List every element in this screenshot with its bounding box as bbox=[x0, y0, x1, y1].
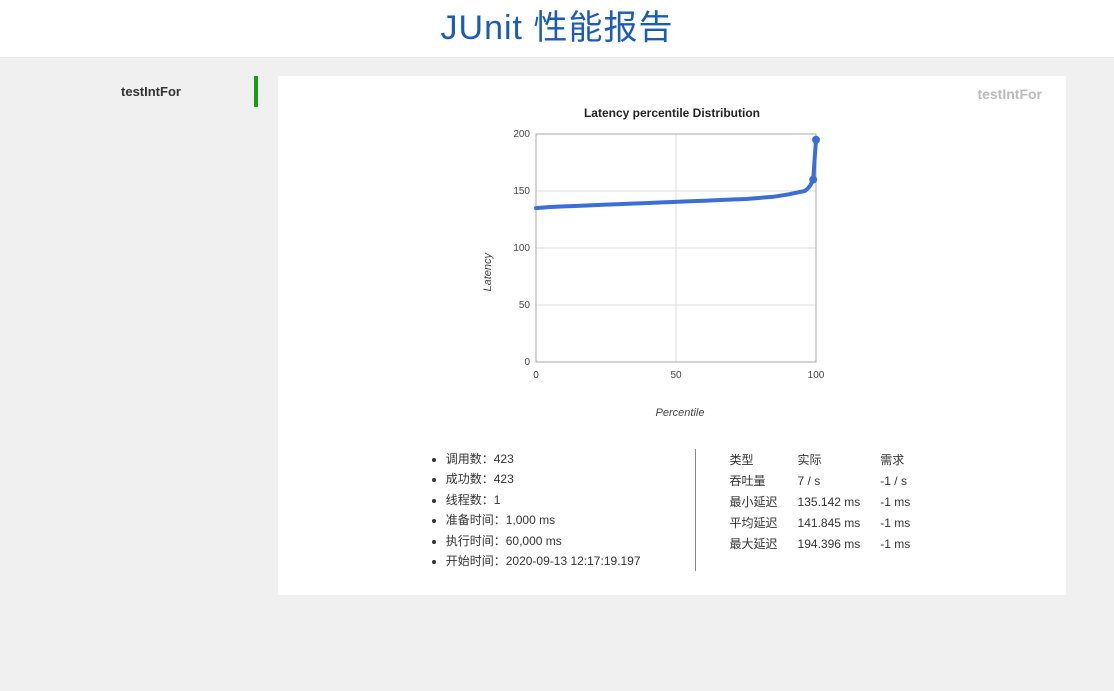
page-header: JUnit 性能报告 bbox=[0, 0, 1114, 58]
stats-right: 类型 实际 需求 吞吐量 7 / s -1 / s 最小延迟 135.142 m… bbox=[720, 449, 921, 571]
stats-divider bbox=[695, 449, 696, 571]
svg-text:150: 150 bbox=[513, 186, 530, 197]
row-min-label: 最小延迟 bbox=[720, 491, 788, 512]
table-row: 类型 实际 需求 bbox=[720, 449, 921, 470]
test-name-label: testIntFor bbox=[302, 86, 1042, 102]
svg-text:50: 50 bbox=[519, 300, 531, 311]
content-container: testIntFor testIntFor Latency percentile… bbox=[0, 58, 1114, 613]
sidebar-item-test[interactable]: testIntFor bbox=[48, 76, 258, 107]
row-throughput-required: -1 / s bbox=[870, 470, 920, 491]
chart-container: Latency percentile Distribution Latency … bbox=[302, 106, 1042, 419]
col-type: 类型 bbox=[720, 449, 788, 470]
svg-text:0: 0 bbox=[524, 357, 530, 368]
stat-start: 开始时间：2020-09-13 12:17:19.197 bbox=[446, 551, 641, 571]
stat-exec: 执行时间：60,000 ms bbox=[446, 531, 641, 551]
stat-success: 成功数：423 bbox=[446, 469, 641, 489]
row-min-required: -1 ms bbox=[870, 491, 920, 512]
x-axis-label: Percentile bbox=[498, 407, 862, 419]
row-min-actual: 135.142 ms bbox=[788, 491, 871, 512]
svg-text:100: 100 bbox=[513, 243, 530, 254]
row-avg-required: -1 ms bbox=[870, 512, 920, 533]
stats-left: 调用数：423 成功数：423 线程数：1 准备时间：1,000 ms 执行时间… bbox=[424, 449, 671, 571]
stat-threads: 线程数：1 bbox=[446, 490, 641, 510]
row-max-label: 最大延迟 bbox=[720, 533, 788, 554]
stat-warmup: 准备时间：1,000 ms bbox=[446, 510, 641, 530]
row-throughput-label: 吞吐量 bbox=[720, 470, 788, 491]
page-title: JUnit 性能报告 bbox=[0, 0, 1114, 49]
col-actual: 实际 bbox=[788, 449, 871, 470]
row-avg-label: 平均延迟 bbox=[720, 512, 788, 533]
row-throughput-actual: 7 / s bbox=[788, 470, 871, 491]
row-max-actual: 194.396 ms bbox=[788, 533, 871, 554]
row-avg-actual: 141.845 ms bbox=[788, 512, 871, 533]
main-panel: testIntFor Latency percentile Distributi… bbox=[278, 76, 1066, 595]
stat-invocations: 调用数：423 bbox=[446, 449, 641, 469]
row-max-required: -1 ms bbox=[870, 533, 920, 554]
stats-section: 调用数：423 成功数：423 线程数：1 准备时间：1,000 ms 执行时间… bbox=[302, 449, 1042, 571]
table-row: 吞吐量 7 / s -1 / s bbox=[720, 470, 921, 491]
table-row: 最大延迟 194.396 ms -1 ms bbox=[720, 533, 921, 554]
y-axis-label: Latency bbox=[482, 253, 494, 292]
chart-plot: 0 50 100 150 200 0 50 100 bbox=[498, 126, 862, 389]
stats-table: 类型 实际 需求 吞吐量 7 / s -1 / s 最小延迟 135.142 m… bbox=[720, 449, 921, 554]
svg-text:50: 50 bbox=[670, 370, 682, 381]
table-row: 最小延迟 135.142 ms -1 ms bbox=[720, 491, 921, 512]
sidebar: testIntFor bbox=[48, 76, 258, 107]
chart-title: Latency percentile Distribution bbox=[482, 106, 862, 120]
svg-text:0: 0 bbox=[533, 370, 539, 381]
svg-text:200: 200 bbox=[513, 129, 530, 140]
col-required: 需求 bbox=[870, 449, 920, 470]
svg-text:100: 100 bbox=[808, 370, 825, 381]
table-row: 平均延迟 141.845 ms -1 ms bbox=[720, 512, 921, 533]
